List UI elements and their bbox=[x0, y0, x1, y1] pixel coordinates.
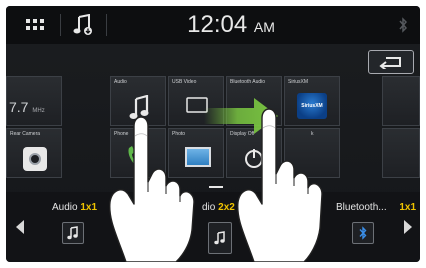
tile-label: Audio bbox=[114, 79, 127, 85]
tile-label: Phone bbox=[114, 131, 129, 137]
tile-partial[interactable]: k bbox=[284, 128, 340, 178]
tile-label: Bluetooth Audio bbox=[230, 79, 266, 85]
radio-tile[interactable]: 7.7 MHz bbox=[6, 76, 62, 126]
status-separator bbox=[106, 14, 107, 36]
page-indicator bbox=[209, 186, 223, 188]
dock-item-audio-2x2-label: dio 2x2 bbox=[202, 202, 235, 213]
dock-item-audio-2x2[interactable] bbox=[208, 222, 232, 254]
bluetooth-icon bbox=[359, 226, 367, 240]
tile-phone[interactable]: Phone bbox=[110, 128, 166, 178]
tile-label: Photo bbox=[172, 131, 186, 137]
dock-item-audio-label: Audio 1x1 bbox=[52, 202, 97, 213]
tile-label: SiriusXM bbox=[288, 79, 309, 85]
tile-label: USB Video bbox=[172, 79, 197, 85]
radio-frequency-value: 7.7 bbox=[9, 99, 29, 115]
radio-frequency-unit: MHz bbox=[32, 108, 45, 114]
music-note-icon bbox=[67, 226, 78, 240]
dock-item-name: dio bbox=[202, 202, 216, 213]
tile-partial-right[interactable] bbox=[382, 76, 420, 126]
status-bar: 12:04 AM bbox=[6, 6, 420, 44]
tile-partial-right[interactable] bbox=[382, 128, 420, 178]
clock-time: 12:04 bbox=[187, 11, 248, 38]
tile-label: Rear Camera bbox=[10, 131, 41, 137]
chevron-left-icon[interactable] bbox=[16, 220, 24, 234]
dock-item-audio[interactable] bbox=[62, 222, 84, 244]
audio-source-button[interactable] bbox=[62, 9, 104, 41]
grid-menu-button[interactable] bbox=[14, 9, 56, 41]
phone-icon bbox=[128, 146, 143, 168]
dock-item-name: Bluetooth... bbox=[336, 202, 387, 213]
dock-item-size: 2x2 bbox=[218, 202, 235, 213]
photo-icon bbox=[185, 147, 211, 167]
siriusxm-logo-icon: SiriusXM bbox=[297, 93, 327, 119]
siriusxm-logo-text: SiriusXM bbox=[301, 103, 323, 109]
widget-dock: Audio 1x1 dio 2x2 Bluetooth... 1x1 bbox=[6, 192, 420, 262]
music-note-icon bbox=[214, 231, 225, 245]
music-note-icon bbox=[73, 14, 92, 35]
status-separator bbox=[60, 14, 61, 36]
tile-label: k bbox=[311, 131, 314, 137]
grid-icon bbox=[26, 19, 44, 30]
clock: 12:04 AM bbox=[156, 11, 306, 39]
tile-rear-camera[interactable]: Rear Camera bbox=[6, 128, 62, 178]
back-button[interactable] bbox=[368, 50, 414, 74]
head-unit-screen: 12:04 AM 7.7 MHz Audio USB Video Bluetoo… bbox=[6, 6, 420, 262]
bluetooth-icon bbox=[399, 17, 408, 33]
radio-frequency: 7.7 MHz bbox=[9, 99, 45, 115]
chevron-right-icon[interactable] bbox=[404, 220, 412, 234]
dock-item-bluetooth-settings[interactable] bbox=[352, 222, 374, 244]
music-note-icon bbox=[129, 95, 149, 119]
dock-item-bluetooth-label: Bluetooth... 1x1 bbox=[336, 202, 416, 213]
clock-ampm: AM bbox=[253, 19, 275, 35]
tile-audio[interactable]: Audio bbox=[110, 76, 166, 126]
power-icon bbox=[245, 149, 263, 168]
tile-siriusxm[interactable]: SiriusXM SiriusXM bbox=[284, 76, 340, 126]
dock-item-name: Audio bbox=[52, 202, 78, 213]
return-arrow-icon bbox=[379, 57, 401, 69]
dock-item-size: 1x1 bbox=[80, 202, 98, 213]
swipe-right-arrow-icon bbox=[204, 98, 278, 134]
dock-item-size: 1x1 bbox=[399, 202, 417, 213]
camera-icon bbox=[23, 147, 47, 171]
